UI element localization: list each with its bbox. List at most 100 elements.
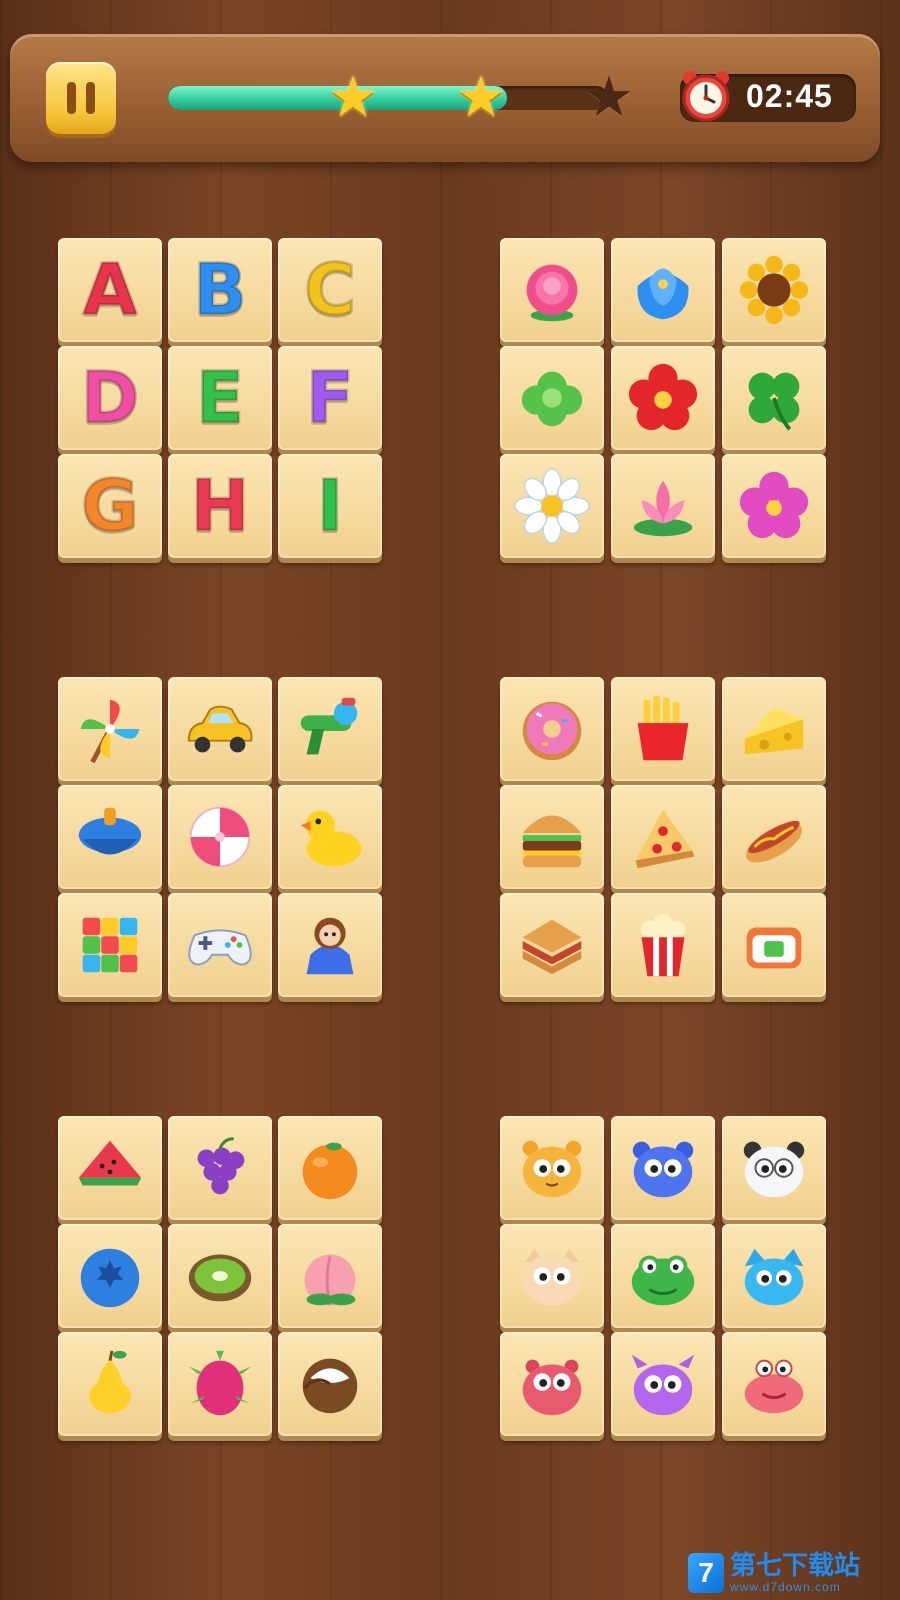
tile-pear[interactable]: [58, 1332, 162, 1436]
four-leaf-clover-icon: [748, 372, 800, 431]
pink-peony-icon: [526, 264, 578, 322]
tile-peach[interactable]: [278, 1224, 382, 1328]
tile-letter-h[interactable]: H: [168, 454, 272, 558]
tiger-icon: [522, 1140, 582, 1198]
pause-icon-bar-left: [67, 82, 76, 114]
rubber-duck-icon: [300, 810, 362, 867]
tile-letter-g[interactable]: G: [58, 454, 162, 558]
tile-rubik-cube[interactable]: [58, 893, 162, 997]
tile-sunflower[interactable]: [722, 238, 826, 342]
tile-red-flower[interactable]: [611, 346, 715, 450]
tile-sushi-roll[interactable]: [722, 893, 826, 997]
tile-french-fries[interactable]: [611, 677, 715, 781]
crab-icon: [744, 1359, 804, 1414]
sandwich-icon: [522, 919, 582, 975]
popcorn-icon: [640, 913, 686, 977]
pizza-slice-icon: [635, 809, 695, 869]
tile-letter-i[interactable]: I: [278, 454, 382, 558]
tile-pinwheel[interactable]: [58, 677, 162, 781]
tile-blue-tulip[interactable]: [611, 238, 715, 342]
water-gun-icon: [300, 697, 358, 755]
coconut-icon: [302, 1358, 358, 1414]
tile-pink-peony[interactable]: [500, 238, 604, 342]
tile-letter: E: [195, 357, 246, 439]
pear-icon: [89, 1350, 131, 1414]
blueberry-icon: [80, 1248, 140, 1308]
kiwi-icon: [188, 1254, 252, 1302]
tile-letter: I: [315, 465, 344, 547]
tile-spinning-top[interactable]: [58, 785, 162, 889]
tile-watermelon[interactable]: [58, 1116, 162, 1220]
burger-icon: [522, 815, 582, 868]
timer-text: 02:45: [746, 78, 833, 114]
green-succulent-icon: [521, 371, 583, 427]
tile-letter-d[interactable]: D: [58, 346, 162, 450]
tile-crab[interactable]: [722, 1332, 826, 1436]
tile-letter-b[interactable]: B: [168, 238, 272, 342]
white-daisy-icon: [514, 468, 590, 544]
game-controller-icon: [188, 929, 252, 966]
tile-magenta-flower[interactable]: [722, 454, 826, 558]
magenta-flower-icon: [739, 471, 809, 539]
panda-icon: [743, 1141, 805, 1198]
pink-lotus-icon: [633, 480, 693, 537]
cheese-icon: [744, 707, 804, 755]
tile-rubber-duck[interactable]: [278, 785, 382, 889]
alarm-clock-icon: [682, 71, 730, 122]
tile-letter-e[interactable]: E: [168, 346, 272, 450]
tile-blue-cat[interactable]: [722, 1224, 826, 1328]
tile-donut[interactable]: [500, 677, 604, 781]
tile-coconut[interactable]: [278, 1332, 382, 1436]
tile-dragon-fruit[interactable]: [168, 1332, 272, 1436]
grapes-icon: [197, 1137, 245, 1195]
tile-four-leaf-clover[interactable]: [722, 346, 826, 450]
tile-letter-a[interactable]: A: [58, 238, 162, 342]
tile-letter-c[interactable]: C: [278, 238, 382, 342]
tile-sandwich[interactable]: [500, 893, 604, 997]
watermelon-icon: [78, 1140, 142, 1186]
tile-popcorn[interactable]: [611, 893, 715, 997]
tile-pizza-slice[interactable]: [611, 785, 715, 889]
tile-green-succulent[interactable]: [500, 346, 604, 450]
tile-kiwi[interactable]: [168, 1224, 272, 1328]
tile-blue-bear[interactable]: [611, 1116, 715, 1220]
star-2-icon: ★: [455, 65, 507, 128]
tile-panda[interactable]: [722, 1116, 826, 1220]
watermark-title: 第七下载站: [730, 1551, 861, 1581]
tile-toy-car[interactable]: [168, 677, 272, 781]
progress-bar: [168, 86, 608, 110]
tile-pink-lotus[interactable]: [611, 454, 715, 558]
blue-bear-icon: [632, 1141, 694, 1198]
frog-icon: [631, 1255, 695, 1306]
tile-purple-cow[interactable]: [611, 1332, 715, 1436]
tile-hot-dog[interactable]: [722, 785, 826, 889]
tile-letter: B: [192, 249, 248, 331]
sushi-roll-icon: [746, 927, 802, 969]
tile-letter: H: [189, 465, 251, 547]
tile-hippo[interactable]: [500, 1332, 604, 1436]
pause-icon-bar-right: [86, 82, 95, 114]
dragon-fruit-icon: [188, 1350, 252, 1416]
tile-doll[interactable]: [278, 893, 382, 997]
tile-cat[interactable]: [500, 1224, 604, 1328]
tile-blueberry[interactable]: [58, 1224, 162, 1328]
star-3-icon: ★: [583, 65, 635, 128]
tile-white-daisy[interactable]: [500, 454, 604, 558]
tile-cheese[interactable]: [722, 677, 826, 781]
tile-game-controller[interactable]: [168, 893, 272, 997]
tile-water-gun[interactable]: [278, 677, 382, 781]
tile-beach-ball[interactable]: [168, 785, 272, 889]
orange-icon: [302, 1142, 358, 1200]
tile-frog[interactable]: [611, 1224, 715, 1328]
star-1-icon: ★: [327, 65, 379, 128]
tile-orange[interactable]: [278, 1116, 382, 1220]
tile-letter-f[interactable]: F: [278, 346, 382, 450]
tile-grapes[interactable]: [168, 1116, 272, 1220]
site-watermark: 7 第七下载站 www.d7down.com: [688, 1550, 894, 1596]
toy-car-icon: [187, 705, 253, 753]
blue-tulip-icon: [637, 268, 689, 320]
pause-button[interactable]: [46, 62, 116, 134]
tile-burger[interactable]: [500, 785, 604, 889]
tile-tiger[interactable]: [500, 1116, 604, 1220]
tile-letter: C: [303, 249, 357, 331]
